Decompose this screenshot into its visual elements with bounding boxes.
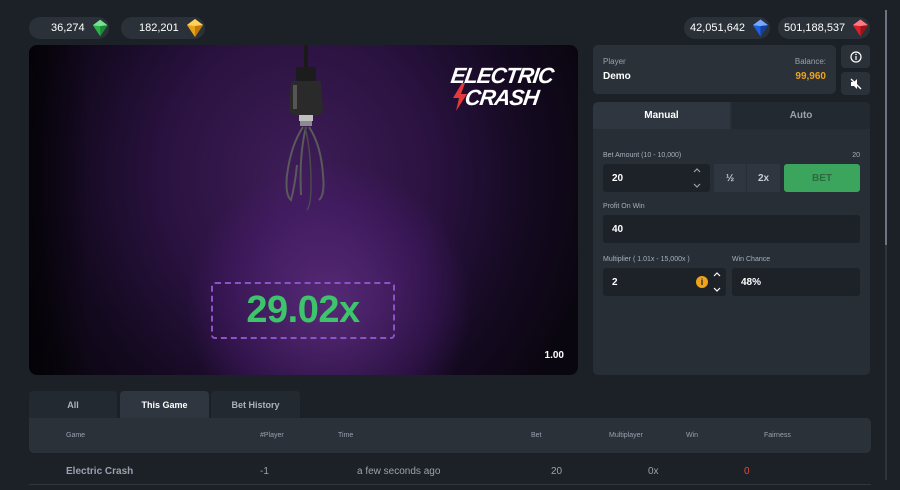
row-win: 0 xyxy=(744,466,750,477)
profit-field[interactable]: 40 xyxy=(603,215,860,243)
red-gem-icon xyxy=(853,19,869,37)
chevron-up-icon[interactable] xyxy=(713,271,721,277)
yellow-gem-value: 182,201 xyxy=(139,22,179,34)
history-table-header xyxy=(29,418,871,453)
info-button[interactable] xyxy=(841,45,870,68)
multiplier-display: 29.02x xyxy=(211,282,395,339)
col-game: Game xyxy=(66,432,86,439)
row-game[interactable]: Electric Crash xyxy=(66,466,133,477)
bet-button[interactable]: BET xyxy=(784,164,860,192)
win-chance-label: Win Chance xyxy=(732,256,771,263)
row-time: a few seconds ago xyxy=(357,466,441,477)
profit-label: Profit On Win xyxy=(603,203,645,210)
sound-toggle-button[interactable] xyxy=(841,72,870,95)
bet-amount-stepper[interactable] xyxy=(692,167,702,189)
col-multiplier: Multiplayer xyxy=(609,432,643,439)
row-multiplier: 0x xyxy=(648,466,659,477)
green-gem-value: 36,274 xyxy=(51,22,85,34)
col-fairness: Fairness xyxy=(764,432,791,439)
double-bet-button[interactable]: 2x xyxy=(747,164,780,192)
history-tab-bet-history[interactable]: Bet History xyxy=(211,391,300,419)
player-label: Player xyxy=(603,57,626,66)
blue-gem-value: 42,051,642 xyxy=(690,22,746,34)
chevron-up-icon[interactable] xyxy=(693,167,701,173)
stage-shadow xyxy=(29,45,89,375)
player-card: Player Demo Balance: 99,960 xyxy=(593,45,836,94)
half-bet-button[interactable]: ½ xyxy=(714,164,746,192)
bet-amount-hint: 20 xyxy=(852,152,860,159)
electric-crash-logo: ELECTRIC CRASH xyxy=(449,63,563,111)
history-tab-all[interactable]: All xyxy=(29,391,117,419)
bet-amount-value: 20 xyxy=(612,172,624,184)
red-gem-value: 501,188,537 xyxy=(784,22,846,34)
player-name: Demo xyxy=(603,71,631,82)
green-gem-icon xyxy=(92,19,108,37)
blue-gem-icon xyxy=(752,19,769,37)
tab-auto[interactable]: Auto xyxy=(732,102,870,129)
col-time: Time xyxy=(338,432,354,439)
yellow-gem-balance: 182,201 xyxy=(121,17,205,39)
win-chance-field[interactable]: 48% xyxy=(732,268,860,296)
col-win: Win xyxy=(686,432,699,439)
balance-label: Balance: xyxy=(794,57,826,66)
sound-off-icon xyxy=(850,78,861,89)
green-gem-balance: 36,274 xyxy=(29,17,109,39)
multiplier-value: 29.02x xyxy=(246,289,360,331)
chevron-down-icon[interactable] xyxy=(713,287,721,293)
balance-value: 99,960 xyxy=(795,71,826,82)
multiplier-stepper[interactable] xyxy=(712,271,722,293)
red-gem-balance: 501,188,537 xyxy=(778,17,870,39)
game-stage: ELECTRIC CRASH 29.02x 1.00 xyxy=(29,45,578,375)
chevron-down-icon[interactable] xyxy=(693,183,701,189)
profit-value: 40 xyxy=(612,223,624,235)
row-player: -1 xyxy=(260,466,269,477)
scrollbar-thumb[interactable] xyxy=(885,10,887,245)
multiplier-input-value: 2 xyxy=(612,276,618,288)
win-chance-value: 48% xyxy=(741,276,762,288)
info-icon xyxy=(849,50,862,63)
lightbulb-icon xyxy=(285,45,325,211)
multiplier-label: Multiplier ( 1.01x - 15,000x ) xyxy=(603,256,690,263)
blue-gem-balance: 42,051,642 xyxy=(684,17,770,39)
col-bet: Bet xyxy=(531,432,542,439)
history-tab-this-game[interactable]: This Game xyxy=(120,391,209,419)
row-bet: 20 xyxy=(551,466,563,477)
round-value: 1.00 xyxy=(544,350,564,361)
multiplier-info-icon[interactable]: i xyxy=(696,276,708,288)
bet-panel: Manual Auto Bet Amount (10 - 10,000) 20 … xyxy=(593,102,870,375)
logo-line-2: CRASH xyxy=(463,85,541,110)
col-player: #Player xyxy=(260,432,284,439)
bet-amount-label: Bet Amount (10 - 10,000) xyxy=(603,152,682,159)
tab-manual[interactable]: Manual xyxy=(593,102,730,129)
yellow-gem-icon xyxy=(186,19,203,37)
